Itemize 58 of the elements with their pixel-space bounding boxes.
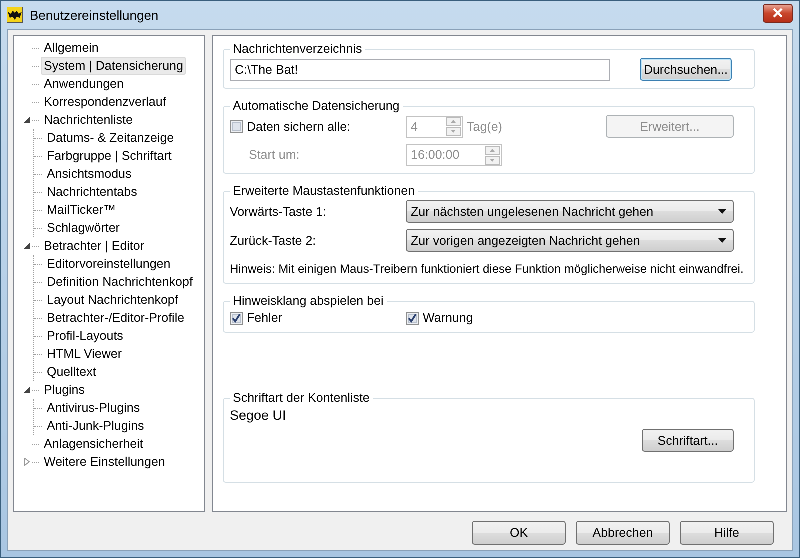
window-title: Benutzereinstellungen <box>30 8 160 22</box>
checkbox-label: Fehler <box>247 311 282 325</box>
tree-item[interactable]: Anti-Junk-Plugins <box>44 417 148 435</box>
path-field[interactable]: C:\The Bat! <box>230 58 610 80</box>
tree-item[interactable]: Nachrichtenliste <box>41 111 136 129</box>
tree-item[interactable]: Layout Nachrichtenkopf <box>44 291 182 309</box>
tree-item[interactable]: Korrespondenzverlauf <box>41 93 170 111</box>
ok-button[interactable]: OK <box>472 521 566 545</box>
field-label: Zurück-Taste 2: <box>230 234 318 248</box>
checkbox-label: Daten sichern alle: <box>247 120 351 134</box>
help-button[interactable]: Hilfe <box>680 521 774 545</box>
tree-item[interactable]: Allgemein <box>41 39 102 57</box>
font-name: Segoe UI <box>230 408 288 423</box>
tree-item[interactable]: Antivirus-Plugins <box>44 399 144 417</box>
dropdown-arrow-icon <box>718 238 727 243</box>
group-title: Nachrichtenverzeichnis <box>230 42 366 56</box>
tree-item[interactable]: Farbgruppe | Schriftart <box>44 147 175 165</box>
close-button[interactable] <box>763 4 793 22</box>
start-label: Start um: <box>249 148 301 162</box>
checkbox[interactable] <box>230 312 243 324</box>
browse-button[interactable]: Durchsuchen... <box>640 58 732 81</box>
tree-item[interactable]: Quelltext <box>44 363 100 381</box>
unit-label: Tag(e) <box>467 120 504 134</box>
expanded-arrow-icon[interactable] <box>24 242 30 250</box>
group-title: Erweiterte Maustastenfunktionen <box>230 184 418 198</box>
group-title: Automatische Datensicherung <box>230 99 403 113</box>
tree-item[interactable]: Anwendungen <box>41 75 127 93</box>
tree-item[interactable]: Plugins <box>41 381 88 399</box>
hint-text: Hinweis: Mit einigen Maus-Treibern funktioniert diese Funktion möglicherweise nicht einwandfrei. <box>230 262 745 276</box>
tree-item[interactable]: Anlagensicherheit <box>41 435 146 453</box>
tree-item[interactable]: Editorvoreinstellungen <box>44 255 174 273</box>
tree-item[interactable]: Definition Nachrichtenkopf <box>44 273 196 291</box>
collapsed-arrow-icon[interactable] <box>24 458 30 466</box>
tree-item[interactable]: Ansichtsmodus <box>44 165 135 183</box>
checkbox[interactable] <box>406 312 419 324</box>
tree-item[interactable]: MailTicker™ <box>44 201 119 219</box>
dropdown[interactable]: Zur nächsten ungelesenen Nachricht gehen <box>406 200 734 223</box>
tree-item[interactable]: Betrachter | Editor <box>41 237 148 255</box>
bat-icon <box>7 7 23 23</box>
tree-item[interactable]: Schlagwörter <box>44 219 123 237</box>
tree-item[interactable]: Nachrichtentabs <box>44 183 140 201</box>
dropdown[interactable]: Zur vorigen angezeigten Nachricht gehen <box>406 229 734 252</box>
field-label: Vorwärts-Taste 1: <box>230 204 328 218</box>
dropdown-arrow-icon <box>718 209 727 214</box>
close-icon <box>772 8 784 18</box>
tree-item[interactable]: HTML Viewer <box>44 345 126 363</box>
group-title: Schriftart der Kontenliste <box>230 391 373 405</box>
tree-item[interactable]: Weitere Einstellungen <box>41 453 168 471</box>
cancel-button[interactable]: Abbrechen <box>576 521 670 545</box>
checkbox-label: Warnung <box>423 311 474 325</box>
tree-item[interactable]: System | Datensicherung <box>41 57 186 75</box>
tree-item[interactable]: Betrachter-/Editor-Profile <box>44 309 188 327</box>
font-button[interactable]: Schriftart... <box>642 429 734 452</box>
group-title: Hinweisklang abspielen bei <box>230 294 387 308</box>
expanded-arrow-icon[interactable] <box>24 386 30 394</box>
tree-item[interactable]: Profil-Layouts <box>44 327 126 345</box>
tree-item[interactable]: Datums- & Zeitanzeige <box>44 129 178 147</box>
expanded-arrow-icon[interactable] <box>24 116 30 124</box>
